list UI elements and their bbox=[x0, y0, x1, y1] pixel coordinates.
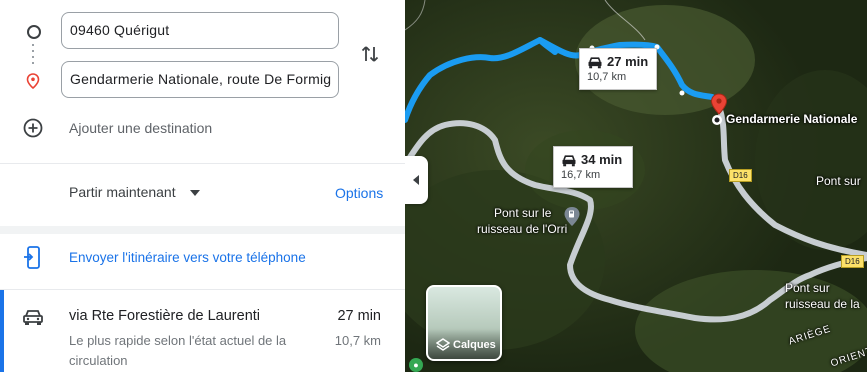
map-logo-fragment: ● bbox=[409, 358, 423, 372]
route-name: via Rte Forestière de Laurenti bbox=[69, 308, 261, 324]
bubble-alt-distance: 16,7 km bbox=[561, 169, 601, 181]
route-time-bubble-alternative[interactable]: 34 min 16,7 km bbox=[553, 146, 633, 188]
route-distance: 10,7 km bbox=[334, 333, 381, 348]
route-duration: 27 min bbox=[337, 308, 381, 324]
poi-label-line2[interactable]: ruisseau de l'Orri bbox=[477, 222, 567, 236]
depart-label: Partir maintenant bbox=[69, 184, 176, 200]
map-canvas[interactable]: 27 min 10,7 km 34 min 16,7 km Gendarmeri… bbox=[405, 0, 867, 372]
collapse-panel-button[interactable] bbox=[405, 156, 428, 204]
road-badge-d16-b: D16 bbox=[841, 255, 864, 268]
poi-label-line1[interactable]: Pont sur le bbox=[494, 206, 551, 220]
dropdown-arrow-icon bbox=[190, 190, 200, 196]
divider-thick bbox=[0, 226, 405, 234]
bubble-alt-time: 34 min bbox=[581, 152, 623, 167]
route-subtitle: Le plus rapide selon l'état actuel de la… bbox=[69, 333, 287, 368]
car-icon bbox=[23, 310, 43, 325]
right-label-line0: Pont sur bbox=[785, 281, 830, 295]
selected-indicator bbox=[0, 290, 4, 372]
bubble-primary-time: 27 min bbox=[607, 54, 649, 69]
right-label-line1: Pont sur bbox=[816, 174, 861, 188]
directions-panel: 09460 Quérigut Gendarmerie Nationale, ro… bbox=[0, 0, 405, 372]
send-to-phone-row[interactable]: Envoyer l'itinéraire vers votre téléphon… bbox=[0, 241, 405, 275]
route-option-selected[interactable]: via Rte Forestière de Laurenti 27 min Le… bbox=[0, 290, 405, 372]
destination-dot-icon bbox=[712, 115, 722, 125]
destination-input[interactable]: Gendarmerie Nationale, route De Formig bbox=[61, 61, 339, 98]
phone-send-icon bbox=[24, 246, 40, 269]
car-icon bbox=[562, 155, 576, 167]
destination-map-label[interactable]: Gendarmerie Nationale bbox=[726, 112, 857, 126]
route-time-bubble-primary[interactable]: 27 min 10,7 km bbox=[579, 48, 657, 90]
route-dots bbox=[32, 44, 34, 64]
road-badge-d16-a: D16 bbox=[729, 169, 752, 182]
add-destination-label: Ajouter une destination bbox=[69, 120, 213, 136]
layers-label: Calques bbox=[453, 339, 496, 351]
collapse-arrow-icon bbox=[413, 175, 419, 185]
origin-circle-icon bbox=[27, 25, 41, 39]
add-destination-row[interactable]: Ajouter une destination bbox=[0, 112, 405, 144]
divider bbox=[0, 163, 405, 164]
send-to-phone-label: Envoyer l'itinéraire vers votre téléphon… bbox=[69, 250, 306, 265]
origin-input[interactable]: 09460 Quérigut bbox=[61, 12, 339, 49]
right-label-line2: ruisseau de la bbox=[785, 297, 860, 311]
add-circle-icon bbox=[23, 118, 43, 138]
car-icon bbox=[588, 57, 602, 69]
options-link[interactable]: Options bbox=[335, 185, 383, 201]
depart-time-dropdown[interactable]: Partir maintenant bbox=[69, 184, 200, 204]
gas-station-icon[interactable] bbox=[564, 207, 580, 227]
layers-button[interactable]: Calques bbox=[426, 285, 502, 361]
swap-icon[interactable] bbox=[361, 44, 379, 64]
destination-pin-icon bbox=[26, 73, 40, 89]
layers-icon bbox=[436, 338, 450, 351]
bubble-primary-distance: 10,7 km bbox=[587, 71, 627, 83]
